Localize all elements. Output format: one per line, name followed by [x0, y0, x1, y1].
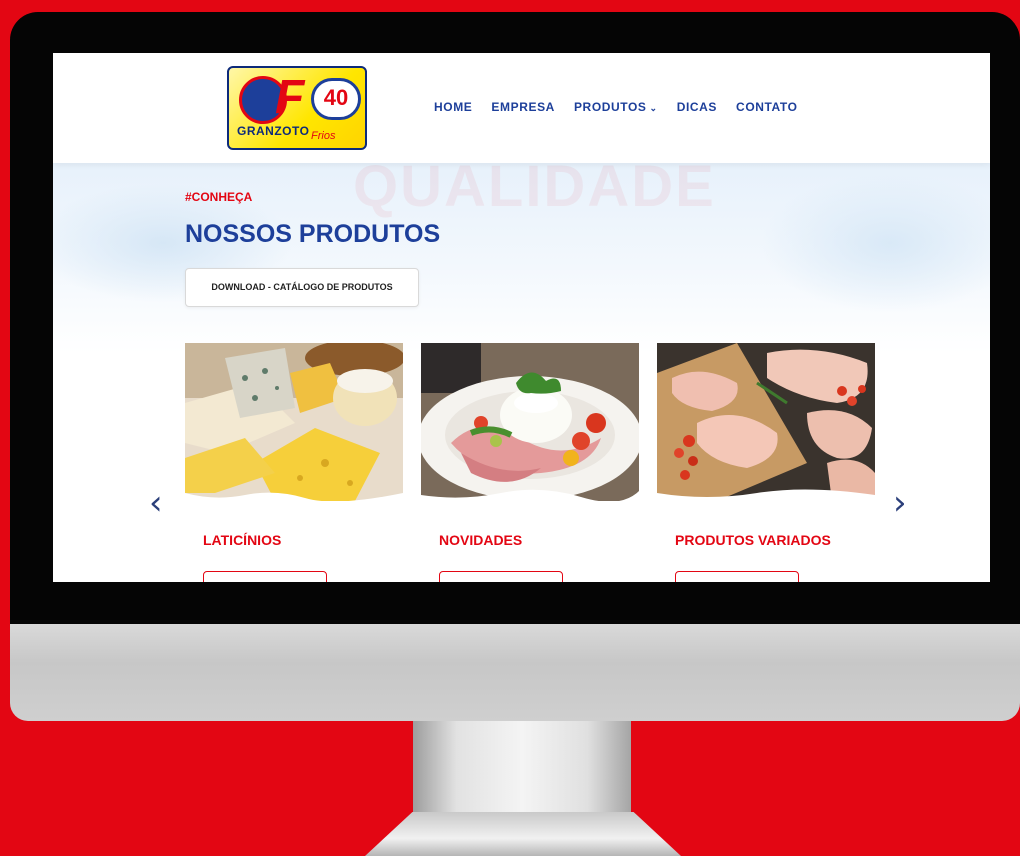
hero-watermark: QUALIDADE: [353, 154, 716, 219]
logo-number: 40: [311, 78, 361, 120]
raw-chicken-board-image: [657, 343, 875, 501]
nav-produtos[interactable]: PRODUTOS ⌄: [574, 100, 658, 114]
download-catalog-button[interactable]: DOWNLOAD - CATÁLOGO DE PRODUTOS: [185, 268, 419, 307]
logo-sub: Frios: [311, 130, 336, 142]
website-screen: QUALIDADE F 40 GRANZOTO Frios HOME EMPRE…: [53, 53, 990, 582]
logo-name: GRANZOTO: [237, 124, 310, 138]
chevron-down-icon: ⌄: [649, 103, 658, 113]
card-title: LATICÍNIOS: [203, 532, 282, 548]
nav-home[interactable]: HOME: [434, 100, 472, 114]
nav-contato[interactable]: CONTATO: [736, 100, 798, 114]
site-logo[interactable]: F 40 GRANZOTO Frios: [227, 66, 367, 150]
card-button[interactable]: [203, 571, 327, 582]
nav-dicas[interactable]: DICAS: [677, 100, 717, 114]
chevron-left-icon[interactable]: ‹: [149, 483, 163, 523]
card-button[interactable]: [675, 571, 799, 582]
product-card-produtos-variados[interactable]: PRODUTOS VARIADOS: [657, 343, 875, 582]
cheese-platter-image: [185, 343, 403, 501]
main-nav: HOME EMPRESA PRODUTOS ⌄ DICAS CONTATO: [434, 100, 798, 114]
nav-empresa[interactable]: EMPRESA: [491, 100, 555, 114]
card-title: NOVIDADES: [439, 532, 523, 548]
product-card-laticinios[interactable]: LATICÍNIOS: [185, 343, 403, 582]
monitor-chin: [10, 624, 1020, 721]
logo-letter: F: [275, 71, 305, 124]
nav-produtos-label: PRODUTOS: [573, 100, 647, 114]
site-header: F 40 GRANZOTO Frios HOME EMPRESA PRODUTO…: [53, 53, 990, 163]
monitor-stand-neck: [413, 721, 631, 813]
section-title: NOSSOS PRODUTOS: [185, 220, 441, 248]
chevron-right-icon[interactable]: ›: [893, 483, 907, 523]
hero-cloud-right: [760, 173, 990, 313]
card-button[interactable]: [439, 571, 563, 582]
card-title: PRODUTOS VARIADOS: [675, 532, 831, 548]
section-eyebrow: #CONHEÇA: [185, 190, 253, 204]
monitor-stand-base: [365, 812, 681, 856]
burrata-salad-image: [421, 343, 639, 501]
product-card-novidades[interactable]: NOVIDADES: [421, 343, 639, 582]
